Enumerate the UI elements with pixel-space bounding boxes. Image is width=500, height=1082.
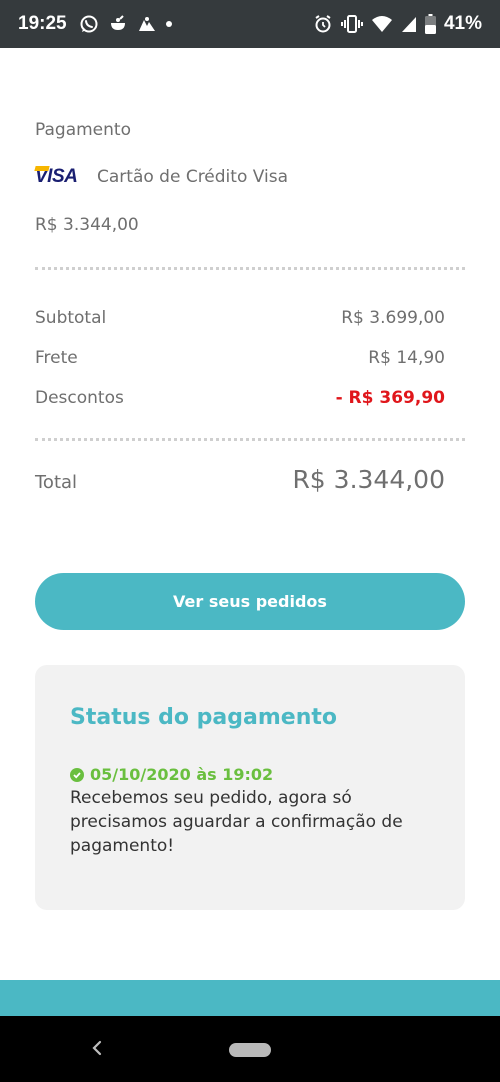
discount-value: - R$ 369,90 xyxy=(335,388,445,408)
payment-method: VISA Cartão de Crédito Visa xyxy=(34,166,289,188)
alarm-icon xyxy=(315,15,331,33)
payment-amount: R$ 3.344,00 xyxy=(35,215,139,235)
wifi-icon xyxy=(371,16,392,32)
visa-swoosh xyxy=(34,166,50,171)
payment-method-label: Cartão de Crédito Visa xyxy=(97,167,289,187)
discount-label: Descontos xyxy=(35,388,124,408)
view-orders-button[interactable]: Ver seus pedidos xyxy=(35,573,465,630)
home-pill-button[interactable] xyxy=(229,1043,271,1057)
battery-percent: 41% xyxy=(443,13,482,34)
payment-status-card: Status do pagamento 05/10/2020 às 19:02 … xyxy=(35,665,465,910)
total-label: Total xyxy=(35,472,78,493)
subtotal-value: R$ 3.699,00 xyxy=(341,308,445,328)
status-bar: 19:25 41% xyxy=(0,0,500,48)
discount-row: Descontos - R$ 369,90 xyxy=(35,388,445,408)
shipping-label: Frete xyxy=(35,348,78,368)
payment-status-title: Status do pagamento xyxy=(70,705,337,730)
system-nav-bar xyxy=(0,1016,500,1082)
back-icon[interactable] xyxy=(90,1038,104,1058)
system-icons: 41% xyxy=(313,13,482,35)
vibrate-icon xyxy=(340,15,363,33)
clock: 19:25 xyxy=(18,13,67,34)
subtotal-row: Subtotal R$ 3.699,00 xyxy=(35,308,445,328)
notification-app-icon-2 xyxy=(138,17,155,31)
divider xyxy=(35,267,465,270)
subtotal-label: Subtotal xyxy=(35,308,107,328)
status-message: Recebemos seu pedido, agora só precisamo… xyxy=(70,788,403,856)
notification-icons xyxy=(79,14,172,34)
footer-band xyxy=(0,980,500,1016)
more-dot-icon xyxy=(165,21,172,27)
total-row: Total R$ 3.344,00 xyxy=(35,465,445,494)
divider xyxy=(35,438,465,441)
signal-icon xyxy=(401,17,416,32)
notification-app-icon xyxy=(110,15,125,30)
shipping-row: Frete R$ 14,90 xyxy=(35,348,445,368)
payment-section-title: Pagamento xyxy=(35,120,131,140)
visa-logo-icon: VISA xyxy=(34,166,87,188)
whatsapp-icon xyxy=(80,15,98,33)
battery-icon xyxy=(424,14,436,34)
status-date-row: 05/10/2020 às 19:02 xyxy=(70,765,430,784)
status-entry: 05/10/2020 às 19:02 Recebemos seu pedido… xyxy=(70,765,430,858)
status-date: 05/10/2020 às 19:02 xyxy=(90,765,274,784)
total-value: R$ 3.344,00 xyxy=(292,465,445,494)
check-circle-icon xyxy=(70,767,84,782)
shipping-value: R$ 14,90 xyxy=(368,348,445,368)
